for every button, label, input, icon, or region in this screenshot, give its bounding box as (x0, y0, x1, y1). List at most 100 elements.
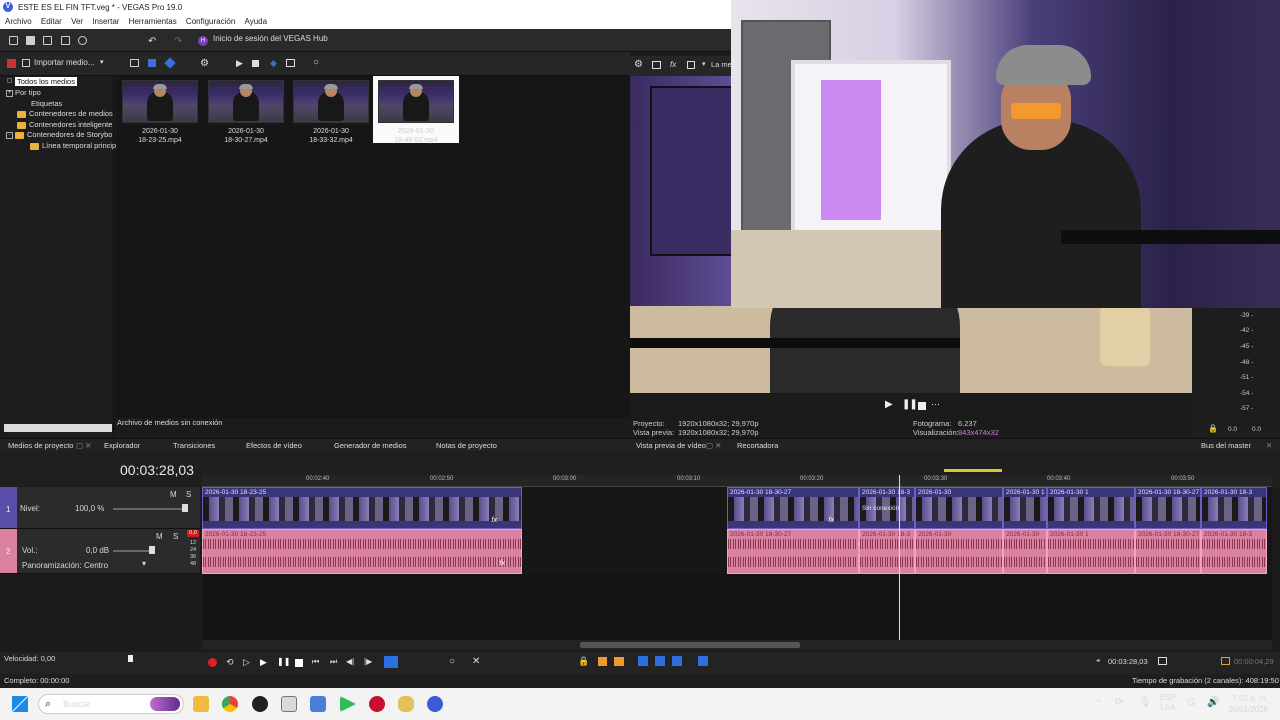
menu-ayuda[interactable]: Ayuda (245, 17, 268, 26)
video-track[interactable]: 2026-01-30 18-23-25 fx 2026-01-30 18-30-2… (202, 487, 1272, 529)
windows-start-icon[interactable] (12, 696, 28, 712)
preview-settings-icon[interactable]: ⚙ (634, 59, 643, 70)
vegas-hub-login[interactable]: Inicio de sesión del VEGAS Hub (213, 34, 328, 43)
zoom-tool-icon[interactable]: ○ (449, 656, 455, 667)
volume-slider-handle[interactable] (149, 546, 155, 554)
video-fx-icon[interactable]: fx (670, 60, 676, 69)
tray-chevron-icon[interactable]: ⌃ (1095, 698, 1103, 709)
tree-scrollbar[interactable] (4, 424, 112, 432)
preview-stop-icon[interactable] (918, 402, 926, 410)
menu-herramientas[interactable]: Herramientas (129, 17, 177, 26)
app-icon-2[interactable] (398, 696, 414, 712)
new-project-icon[interactable] (9, 36, 18, 45)
undo-icon[interactable]: ↶ (148, 36, 156, 47)
mute-button[interactable]: M (170, 490, 177, 499)
media-thumb-4[interactable] (378, 80, 454, 123)
expand-icon[interactable]: + (6, 89, 13, 97)
prev-frame-icon[interactable]: ◀| (346, 657, 354, 666)
redo-icon[interactable]: ↷ (174, 36, 182, 47)
auto-crossfade-icon[interactable] (655, 656, 665, 666)
tray-volume-icon[interactable]: 🔊 (1207, 697, 1219, 708)
media-thumb-2[interactable] (208, 80, 284, 123)
tree-item-storyboard-bins[interactable]: - Contenedores de Storybo (6, 130, 112, 139)
video-clip[interactable]: 2026-01-30 1 (1047, 487, 1135, 529)
tray-clock[interactable]: 7:02 p. m. 30/01/2026 (1222, 693, 1268, 715)
media-thumb-1[interactable] (122, 80, 198, 123)
audio-clip[interactable]: 2026-01-30 18-23-25 fx (202, 529, 522, 574)
solo-button[interactable]: S (186, 490, 191, 499)
preview-pause-icon[interactable]: ❚❚ (902, 399, 918, 410)
playhead-cursor[interactable] (899, 475, 900, 640)
menu-editar[interactable]: Editar (41, 17, 62, 26)
region-icon[interactable] (614, 657, 624, 666)
timeline-timecode[interactable]: 00:03:28,03 (120, 462, 194, 478)
timeline-empty-area[interactable] (202, 574, 1272, 640)
media-thumb-3[interactable] (293, 80, 369, 123)
media-fx-icon[interactable] (164, 57, 176, 69)
menu-archivo[interactable]: Archivo (5, 17, 32, 26)
app-icon[interactable] (281, 696, 297, 712)
import-dropdown-icon[interactable]: ▾ (100, 58, 104, 66)
go-to-start-icon[interactable]: ⏮ (312, 657, 319, 667)
menu-configuracion[interactable]: Configuración (186, 17, 235, 26)
selection-length[interactable]: 00:00:04,29 (1234, 657, 1274, 666)
remove-media-icon[interactable] (7, 59, 16, 68)
search-icon[interactable]: ○ (313, 57, 319, 68)
tray-mic-icon[interactable]: 🎙 (1139, 697, 1152, 708)
render-icon[interactable] (61, 36, 70, 45)
timeline-ruler[interactable]: 00:02:40 00:02:50 00:03:00 00:03:10 00:0… (202, 469, 1272, 487)
audio-clip[interactable]: 2026-01-30 18-3 (1201, 529, 1267, 574)
menu-ver[interactable]: Ver (71, 17, 83, 26)
tree-item-media-bins[interactable]: Contenedores de medios (17, 109, 113, 118)
vegas-hub-icon[interactable]: H (198, 36, 208, 46)
get-media-icon[interactable] (148, 59, 156, 67)
marker-icon[interactable] (598, 657, 607, 666)
split-screen-icon[interactable] (687, 61, 695, 69)
tree-item-by-type[interactable]: + Por tipo (6, 88, 41, 97)
loop-icon[interactable]: ⟲ (226, 657, 234, 668)
external-monitor-icon[interactable] (652, 61, 661, 69)
tray-network-icon[interactable]: ⌬ (1187, 697, 1196, 708)
loop-region[interactable] (944, 469, 1002, 472)
import-media-button[interactable]: Importar medio... (34, 58, 94, 67)
expand-icon[interactable]: - (6, 131, 13, 139)
video-track-header[interactable]: 1 Nivel: 100,0 % M S (0, 487, 200, 529)
vegas-taskbar-icon[interactable] (427, 696, 443, 712)
play-icon[interactable]: ▶ (236, 58, 243, 69)
open-icon[interactable] (26, 36, 35, 45)
preview-quality-dropdown[interactable]: La me (711, 60, 732, 69)
file-explorer-icon[interactable] (193, 696, 209, 712)
level-slider[interactable] (113, 508, 185, 510)
tree-item-tags[interactable]: Etiquetas (17, 99, 62, 108)
solo-button[interactable]: S (173, 532, 178, 541)
menu-insertar[interactable]: Insertar (92, 17, 119, 26)
next-frame-icon[interactable]: |▶ (364, 657, 372, 666)
audio-track[interactable]: 2026-01-30 18-23-25 fx 2026-01-30 18-30-2… (202, 529, 1272, 574)
timeline-scroll-thumb[interactable] (580, 642, 800, 648)
audio-clip[interactable]: 2026-01-30 (1003, 529, 1047, 574)
play-from-start-icon[interactable]: ▷ (243, 657, 250, 668)
snapping-icon[interactable] (638, 656, 648, 666)
auto-ripple-icon[interactable] (672, 656, 682, 666)
auto-preview-icon[interactable]: ◆ (270, 58, 277, 69)
properties-icon[interactable] (78, 36, 87, 45)
tray-language[interactable]: ESP LAA (1160, 693, 1176, 713)
split-dropdown-icon[interactable]: ▾ (702, 60, 706, 68)
speed-slider-handle[interactable] (128, 655, 133, 662)
audio-track-header[interactable]: 2 Vol.: 0,0 dB Panoramización: Centro ▾ … (0, 529, 200, 574)
lock-icon[interactable]: 🔒 (578, 656, 589, 667)
play-icon[interactable]: ▶ (260, 657, 267, 668)
mute-button[interactable]: M (156, 532, 163, 541)
chrome-icon[interactable] (222, 696, 238, 712)
preview-more-icon[interactable]: ··· (931, 399, 940, 409)
import-icon[interactable] (22, 59, 30, 67)
go-to-end-icon[interactable]: ⏭ (330, 657, 337, 667)
calculator-icon[interactable] (310, 696, 326, 712)
video-clip[interactable]: 2026-01-30 18-3 Sin conexión (859, 487, 915, 529)
video-clip[interactable]: 2026-01-30 1 (1003, 487, 1047, 529)
pause-icon[interactable]: ❚❚ (277, 657, 290, 666)
audio-clip[interactable]: 2026-01-30 (915, 529, 1003, 574)
level-slider-handle[interactable] (182, 504, 188, 512)
stop-icon[interactable] (252, 60, 259, 67)
video-clip[interactable]: 2026-01-30 18-23-25 fx (202, 487, 522, 529)
